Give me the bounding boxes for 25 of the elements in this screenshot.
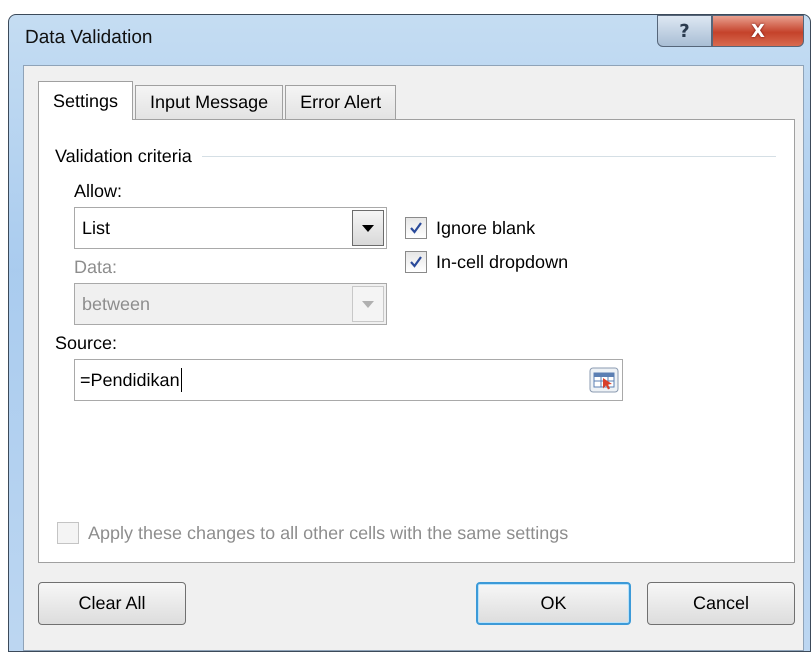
close-button[interactable]: X [712,15,804,47]
checkbox[interactable] [405,217,427,239]
checkbox-label: In-cell dropdown [436,252,568,272]
allow-dropdown[interactable]: List [74,207,387,249]
tab[interactable]: Settings [38,81,134,120]
dialog-button[interactable]: Cancel [647,582,795,625]
caret-icon [362,300,374,308]
caret-icon [362,224,374,232]
tab[interactable]: Input Message [135,85,284,119]
allow-label: Allow: [74,181,122,202]
checkbox[interactable] [405,251,427,273]
checkmark-icon [409,255,423,269]
source-label: Source: [55,333,118,354]
window-title: Data Validation [25,27,152,49]
dialog-button[interactable]: OK [476,582,631,625]
data-label: Data: [74,257,118,278]
dialog-button[interactable]: Clear All [38,582,186,625]
group-title: Validation criteria [55,146,192,167]
checkbox-label: Ignore blank [436,218,536,238]
tab[interactable]: Error Alert [285,85,396,119]
help-button[interactable]: ? [657,15,712,47]
collapse-dialog-icon[interactable] [589,367,619,393]
checkmark-icon [409,221,423,235]
source-field[interactable]: =Pendidikan [74,359,623,401]
checkbox-label: Apply these changes to all other cells with the same settings [88,522,568,544]
